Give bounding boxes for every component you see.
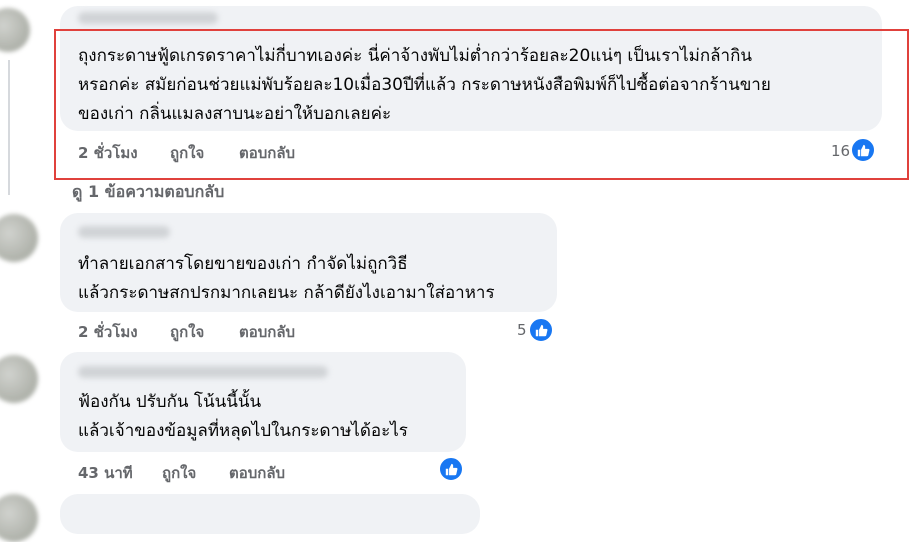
- reply-thread-line: [8, 60, 10, 195]
- comment-text-line: ฟ้องกัน ปรับกัน โน้นนี้นั้น: [78, 392, 262, 412]
- avatar[interactable]: [0, 214, 38, 262]
- thumbs-up-glyph: [535, 324, 547, 336]
- avatar[interactable]: [0, 8, 30, 52]
- comment-text: ฟ้องกัน ปรับกัน โน้นนี้นั้น แล้วเจ้าของข…: [78, 388, 408, 446]
- author-name[interactable]: [78, 226, 170, 238]
- thumbs-up-icon[interactable]: [438, 456, 464, 482]
- comment-text-line: แล้วกระดาษสกปรกมากเลยนะ กล้าดียังไงเอามา…: [78, 283, 495, 303]
- avatar[interactable]: [0, 494, 38, 542]
- comment-bubble: [60, 494, 480, 534]
- reply-link[interactable]: ตอบกลับ: [239, 320, 295, 344]
- like-link[interactable]: ถูกใจ: [162, 461, 196, 485]
- like-link[interactable]: ถูกใจ: [170, 320, 204, 344]
- comment-timestamp[interactable]: 43 นาที: [78, 461, 133, 485]
- comment-text: ทำลายเอกสารโดยขายของเก่า กำจัดไม่ถูกวิธี…: [78, 250, 495, 308]
- author-name[interactable]: [78, 366, 328, 378]
- thumbs-up-icon[interactable]: [528, 317, 554, 343]
- author-name[interactable]: [78, 12, 218, 24]
- view-replies-link[interactable]: ดู 1 ข้อความตอบกลับ: [72, 180, 224, 205]
- comment-timestamp[interactable]: 2 ชั่วโมง: [78, 320, 138, 344]
- thumbs-up-glyph: [445, 463, 457, 475]
- comment-text-line: แล้วเจ้าของข้อมูลที่หลุดไปในกระดาษได้อะไ…: [78, 421, 408, 441]
- avatar[interactable]: [0, 355, 38, 403]
- highlight-box: [54, 29, 909, 180]
- reply-link[interactable]: ตอบกลับ: [229, 461, 285, 485]
- comment-text-line: ทำลายเอกสารโดยขายของเก่า กำจัดไม่ถูกวิธี: [78, 254, 408, 274]
- reaction-count[interactable]: 5: [517, 321, 527, 339]
